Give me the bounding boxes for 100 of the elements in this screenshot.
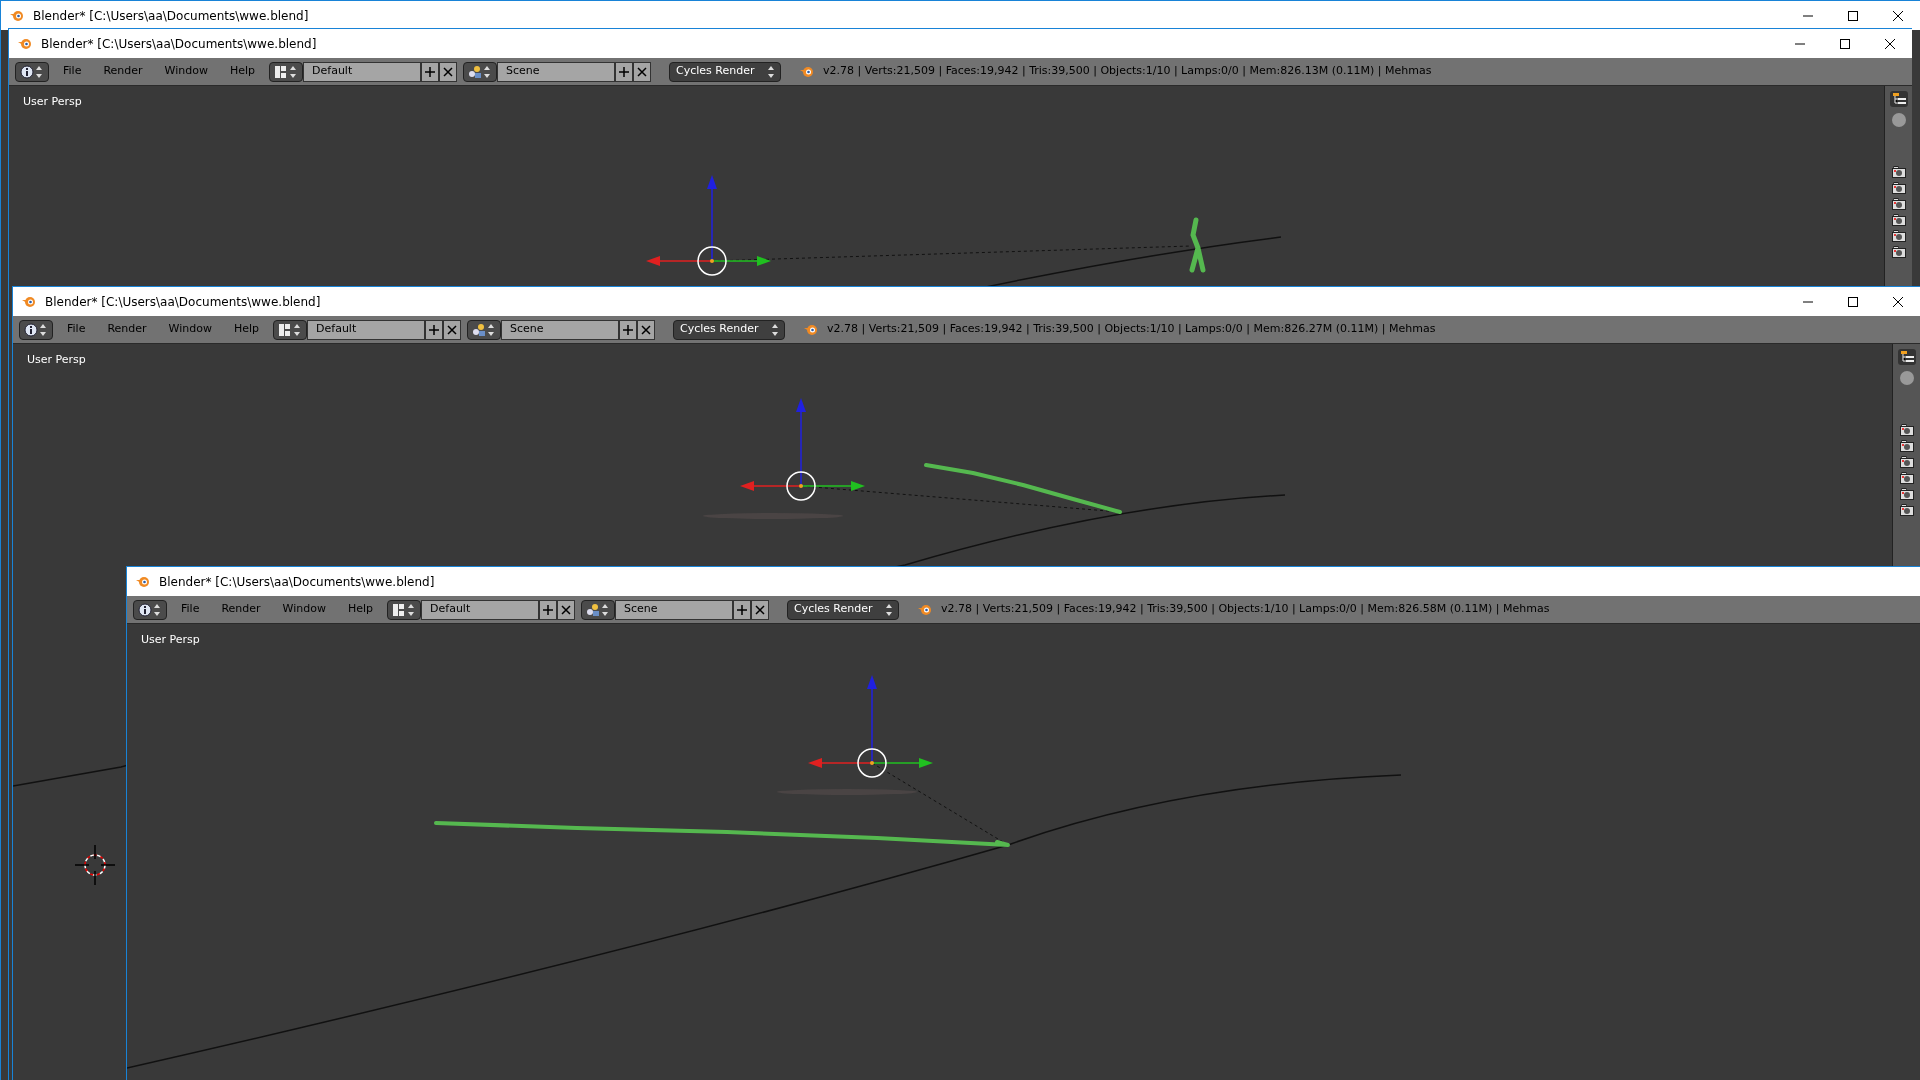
transform-gizmo-drawing[interactable] [808, 675, 933, 778]
scene-name-field[interactable]: Scene [497, 61, 616, 82]
plus-icon [623, 324, 634, 335]
viewport-label: User Persp [27, 352, 86, 368]
layout-name-field[interactable]: Default [421, 599, 540, 620]
plus-icon [425, 66, 436, 77]
editor-type-button[interactable] [133, 599, 167, 620]
menu-item[interactable]: Help [221, 61, 264, 82]
close-icon [1892, 296, 1903, 307]
scene-objects-icon [586, 602, 611, 617]
scene-name-field[interactable]: Scene [501, 319, 620, 340]
plus-icon [429, 324, 440, 335]
add-button[interactable] [733, 599, 752, 620]
render-engine-dropdown[interactable]: Cycles Render [669, 61, 782, 82]
menu-item[interactable]: Help [339, 599, 382, 620]
menu-item[interactable]: Window [160, 319, 220, 340]
add-button[interactable] [425, 319, 444, 340]
render-engine-dropdown[interactable]: Cycles Render [787, 599, 900, 620]
camera-icon [1891, 214, 1906, 226]
screen-layout-button[interactable] [273, 319, 308, 340]
camera-icon [1899, 488, 1914, 500]
camera-icon [1899, 440, 1914, 452]
outliner-icon[interactable] [1896, 348, 1917, 366]
camera-icon [1899, 456, 1914, 468]
scene-button[interactable] [463, 61, 498, 82]
delete-button[interactable] [439, 61, 458, 82]
camera-icon [1891, 166, 1906, 178]
delete-button[interactable] [751, 599, 770, 620]
close-icon [755, 604, 766, 615]
scene-button[interactable] [581, 599, 616, 620]
screen-layout-button[interactable] [387, 599, 422, 620]
close-icon [443, 66, 454, 77]
info-icon [138, 602, 162, 617]
up-down-arrows-icon [768, 65, 775, 78]
plus-icon [619, 66, 630, 77]
layout-name-field[interactable]: Default [307, 319, 426, 340]
menu-item[interactable]: Render [213, 599, 269, 620]
close-icon [1892, 10, 1903, 21]
add-button[interactable] [619, 319, 638, 340]
close-icon [1884, 38, 1895, 49]
scene-button[interactable] [467, 319, 502, 340]
scrollbar-handle-icon[interactable] [1890, 112, 1907, 128]
up-down-arrows-icon [886, 603, 893, 616]
transform-gizmo-drawing[interactable] [740, 398, 865, 501]
close-icon [637, 66, 648, 77]
delete-button[interactable] [637, 319, 656, 340]
add-button[interactable] [421, 61, 440, 82]
camera-icon [1891, 198, 1906, 210]
outliner-icon[interactable] [1888, 90, 1909, 108]
maximize-icon [1847, 10, 1858, 21]
layout-name-field[interactable]: Default [303, 61, 422, 82]
delete-button[interactable] [443, 319, 462, 340]
render-engine-dropdown[interactable]: Cycles Render [673, 319, 786, 340]
camera-icon [1899, 504, 1914, 516]
window-title: Blender* [C:\Users\aa\Documents\wwe.blend] [159, 573, 436, 591]
delete-button[interactable] [633, 61, 652, 82]
menu-item[interactable]: Render [99, 319, 155, 340]
add-button[interactable] [539, 599, 558, 620]
scene-statistics: v2.78 | Verts:21,509 | Faces:19,942 | Tris:39,500 | Objects:1/10 | Lamps:0/0 | Mem:826.58M (0.11M) | Mehmas [941, 601, 1550, 618]
plus-icon [737, 604, 748, 615]
camera-icon [1899, 424, 1914, 436]
menu-item[interactable]: Window [156, 61, 216, 82]
editor-type-button[interactable] [19, 319, 53, 340]
scene-statistics: v2.78 | Verts:21,509 | Faces:19,942 | Tris:39,500 | Objects:1/10 | Lamps:0/0 | Mem:826.27M (0.11M) | Mehmas [827, 321, 1436, 338]
scene-name-field[interactable]: Scene [615, 599, 734, 620]
up-down-arrows-icon [772, 323, 779, 336]
menu-item[interactable]: File [173, 599, 208, 620]
viewport-label: User Persp [141, 632, 200, 648]
camera-icon [1891, 246, 1906, 258]
menu-item[interactable]: File [59, 319, 94, 340]
plus-icon [543, 604, 554, 615]
info-icon [20, 64, 44, 79]
layout-grid-icon [392, 602, 417, 617]
scene-objects-icon [468, 64, 493, 79]
close-icon [447, 324, 458, 335]
3d-cursor-icon [74, 844, 116, 886]
close-icon [561, 604, 572, 615]
window-title: Blender* [C:\Users\aa\Documents\wwe.blend] [45, 293, 322, 311]
layout-grid-icon [278, 322, 303, 337]
add-button[interactable] [615, 61, 634, 82]
scene-objects-icon [472, 322, 497, 337]
window-title: Blender* [C:\Users\aa\Documents\wwe.blend] [41, 35, 318, 53]
scrollbar-handle-icon[interactable] [1898, 370, 1915, 386]
editor-type-button[interactable] [15, 61, 49, 82]
viewport-label: User Persp [23, 94, 82, 110]
window-title: Blender* [C:\Users\aa\Documents\wwe.blend] [33, 7, 310, 25]
scene-statistics: v2.78 | Verts:21,509 | Faces:19,942 | Tris:39,500 | Objects:1/10 | Lamps:0/0 | Mem:826.13M (0.11M) | Mehmas [823, 63, 1432, 80]
screen-layout-button[interactable] [269, 61, 304, 82]
menu-item[interactable]: Render [95, 61, 151, 82]
menu-item[interactable]: File [55, 61, 90, 82]
menu-item[interactable]: Window [274, 599, 334, 620]
camera-icon [1891, 182, 1906, 194]
close-icon [641, 324, 652, 335]
info-icon [24, 322, 48, 337]
delete-button[interactable] [557, 599, 576, 620]
maximize-icon [1839, 38, 1850, 49]
menu-item[interactable]: Help [225, 319, 268, 340]
camera-icon [1899, 472, 1914, 484]
transform-gizmo-drawing[interactable] [646, 175, 771, 276]
layout-grid-icon [274, 64, 299, 79]
